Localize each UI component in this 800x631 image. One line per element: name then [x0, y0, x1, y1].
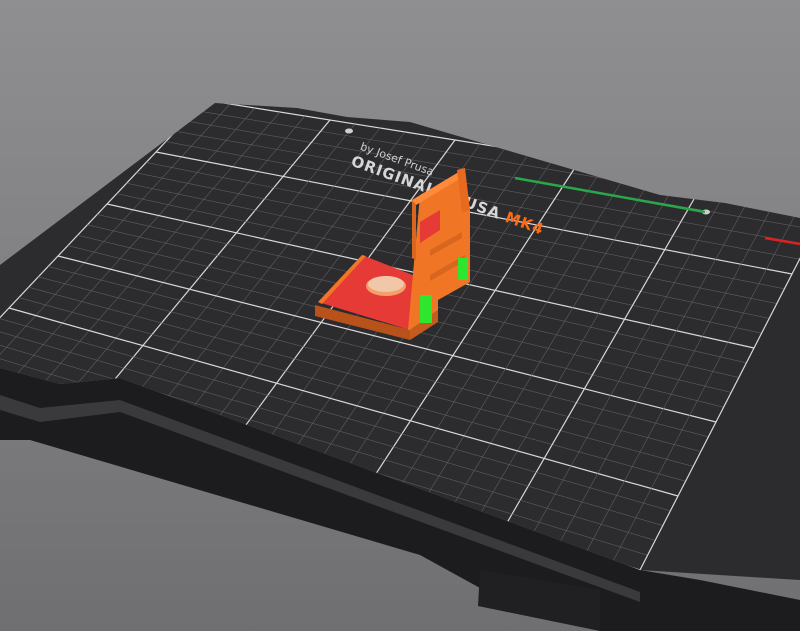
- model-support-1: [420, 295, 432, 323]
- 3d-viewport[interactable]: ORIGINAL PRUSA MK4 by Josef Prusa: [0, 0, 800, 631]
- scene-canvas[interactable]: ORIGINAL PRUSA MK4 by Josef Prusa: [0, 0, 800, 631]
- model-support-2: [458, 258, 468, 280]
